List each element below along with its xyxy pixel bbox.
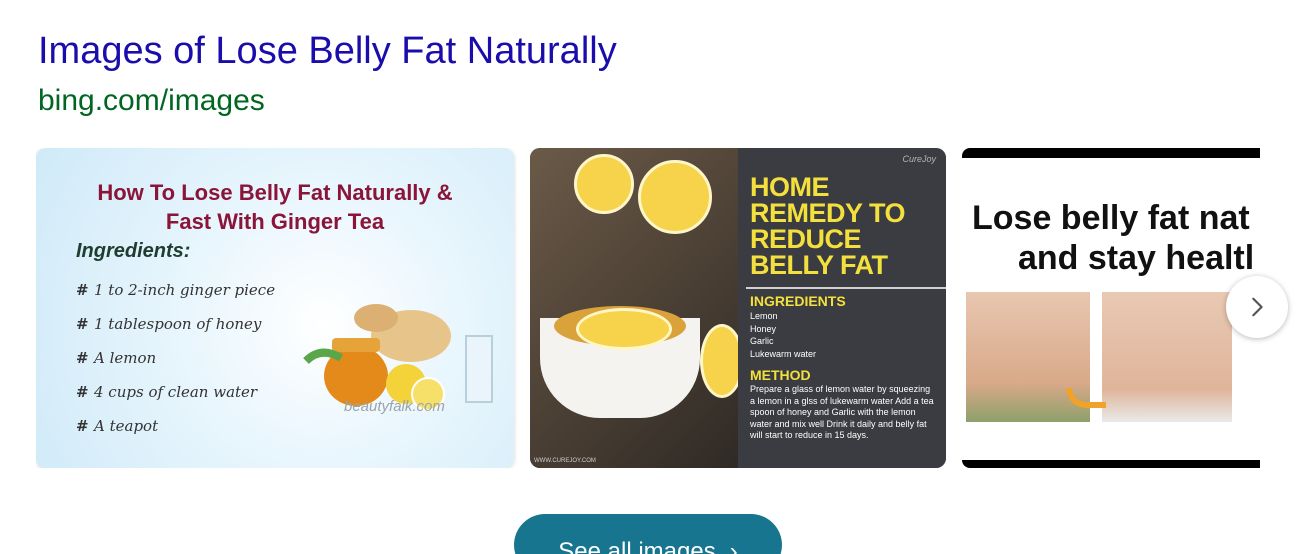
ingredients-list: Lemon Honey Garlic Lukewarm water [750, 311, 817, 359]
list-item: # A teapot [76, 417, 159, 435]
lemon-slice-shape [576, 308, 672, 350]
image-carousel: How To Lose Belly Fat Naturally & Fast W… [36, 148, 1260, 468]
thumbnail-heading: How To Lose Belly Fat Naturally & Fast W… [36, 178, 514, 236]
list-item: #4 cups of clean water [76, 383, 258, 401]
lemon-slice-shape [638, 160, 712, 234]
method-heading: METHOD [750, 367, 811, 383]
divider [746, 287, 946, 289]
image-answer-card: Images of Lose Belly Fat Naturally bing.… [0, 0, 1296, 554]
remedy-panel: CureJoy HOME REMEDY TO REDUCE BELLY FAT … [738, 148, 946, 468]
chevron-right-icon [1252, 297, 1263, 317]
list-item: #1 tablespoon of honey [76, 315, 262, 333]
ingredients-heading: INGREDIENTS [750, 293, 846, 309]
image-thumbnail-home-remedy[interactable]: CureJoy HOME REMEDY TO REDUCE BELLY FAT … [530, 148, 946, 468]
carousel-next-button[interactable] [1226, 276, 1288, 338]
heading-line-1: How To Lose Belly Fat Naturally & [97, 180, 453, 205]
remedy-headline: HOME REMEDY TO REDUCE BELLY FAT [750, 172, 906, 280]
ingredients-list: #1 to 2-inch ginger piece #1 tablespoon … [76, 278, 275, 448]
ginger-honey-illustration [303, 304, 493, 411]
lemon-shape [574, 154, 634, 214]
result-title-link[interactable]: Images of Lose Belly Fat Naturally [38, 30, 617, 73]
list-item: # A lemon [76, 349, 157, 367]
see-all-images-button[interactable]: See all images › [514, 514, 782, 554]
method-text: Prepare a glass of lemon water by squeez… [750, 384, 934, 440]
see-all-label: See all images [558, 538, 716, 554]
thumbnail-headline: Lose belly fat nat and stay healtl [972, 199, 1255, 277]
result-url[interactable]: bing.com/images [38, 84, 265, 118]
chevron-right-icon: › [729, 538, 738, 554]
ingredients-label: Ingredients: [76, 240, 191, 262]
image-credit: WWW.CUREJOY.COM [534, 458, 596, 464]
watermark: beautyfalk.com [344, 398, 445, 415]
image-thumbnail-ginger-tea[interactable]: How To Lose Belly Fat Naturally & Fast W… [36, 148, 514, 468]
after-photo [1102, 292, 1232, 422]
heading-line-2: Fast With Ginger Tea [165, 209, 385, 234]
image-thumbnail-lose-belly-fat[interactable]: Lose belly fat nat and stay healtl [962, 148, 1260, 468]
brand-logo: CureJoy [902, 154, 936, 164]
list-item: #1 to 2-inch ginger piece [76, 281, 276, 299]
